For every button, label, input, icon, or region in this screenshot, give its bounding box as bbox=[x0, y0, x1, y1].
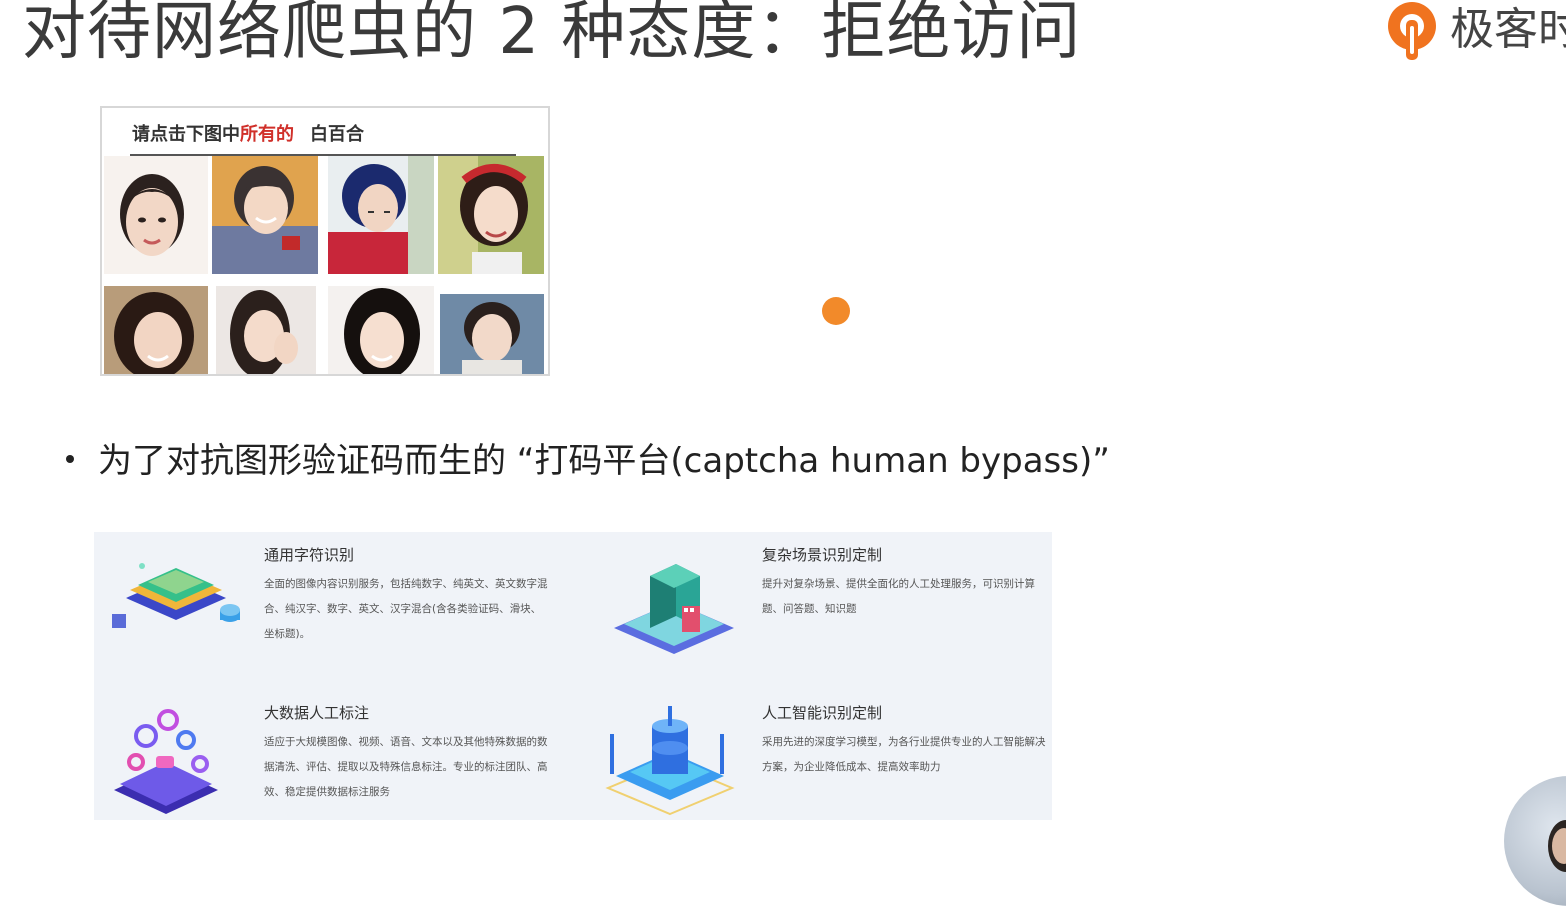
captcha-photo-6 bbox=[216, 286, 316, 374]
bullet-item: 为了对抗图形验证码而生的 “打码平台(captcha human bypass)… bbox=[66, 438, 1110, 484]
slide-title: 对待网络爬虫的 2 种态度：拒绝访问 bbox=[22, 0, 1082, 69]
captcha-prompt-highlight: 所有的 bbox=[240, 124, 294, 145]
layers-chip-icon bbox=[112, 563, 240, 628]
service-card: 人工智能识别定制 采用先进的深度学习模型，为各行业提供专业的人工智能解决方案，为… bbox=[574, 682, 1052, 820]
captcha-photo-5 bbox=[104, 286, 208, 374]
service-title: 通用字符识别 bbox=[264, 546, 355, 564]
captcha-photo-7 bbox=[328, 286, 434, 374]
bullet-dot bbox=[66, 454, 74, 463]
brand-logo: 极客时间 bbox=[1384, 0, 1566, 62]
captcha-photo-2 bbox=[212, 156, 318, 274]
service-description: 全面的图像内容识别服务，包括纯数字、纯英文、英文数字混合、纯汉字、数字、英文、汉… bbox=[264, 578, 548, 640]
captcha-photo-3 bbox=[328, 156, 434, 274]
service-title: 复杂场景识别定制 bbox=[762, 546, 883, 564]
captcha-prompt-prefix: 请点击下图中 bbox=[132, 124, 240, 145]
captcha-example-image: 请点击下图中所有的 白百合 bbox=[100, 106, 550, 376]
bullet-text: 为了对抗图形验证码而生的 “打码平台(captcha human bypass)… bbox=[98, 441, 1110, 481]
service-card: 大数据人工标注 适应于大规模图像、视频、语音、文本以及其他特殊数据的数据清洗、评… bbox=[94, 682, 574, 820]
city-building-icon bbox=[614, 564, 734, 654]
captcha-photo-8 bbox=[440, 294, 544, 374]
presenter-avatar bbox=[1504, 776, 1566, 906]
service-title: 人工智能识别定制 bbox=[762, 704, 883, 722]
brand-name: 极客时间 bbox=[1450, 4, 1566, 55]
service-card: 通用字符识别 全面的图像内容识别服务，包括纯数字、纯英文、英文数字混合、纯汉字、… bbox=[94, 532, 574, 672]
data-nodes-icon bbox=[114, 709, 218, 814]
service-description: 适应于大规模图像、视频、语音、文本以及其他特殊数据的数据清洗、评估、提取以及特殊… bbox=[264, 736, 548, 798]
captcha-photo-1 bbox=[104, 156, 208, 274]
service-description: 采用先进的深度学习模型，为各行业提供专业的人工智能解决方案，为企业降低成本、提高… bbox=[762, 736, 1046, 773]
captcha-prompt: 请点击下图中所有的 白百合 bbox=[132, 120, 364, 146]
captcha-prompt-target: 白百合 bbox=[310, 124, 364, 145]
captcha-photo-4 bbox=[438, 156, 544, 274]
pointer-cursor bbox=[822, 297, 850, 325]
geekbang-logo-icon bbox=[1388, 2, 1436, 60]
captcha-platform-services-image: 通用字符识别 全面的图像内容识别服务，包括纯数字、纯英文、英文数字混合、纯汉字、… bbox=[94, 532, 1052, 820]
ai-cube-icon bbox=[605, 706, 735, 816]
service-card: 复杂场景识别定制 提升对复杂场景、提供全面化的人工处理服务，可识别计算题、问答题… bbox=[574, 532, 1052, 672]
service-description: 提升对复杂场景、提供全面化的人工处理服务，可识别计算题、问答题、知识题 bbox=[762, 578, 1035, 615]
service-title: 大数据人工标注 bbox=[264, 704, 370, 722]
